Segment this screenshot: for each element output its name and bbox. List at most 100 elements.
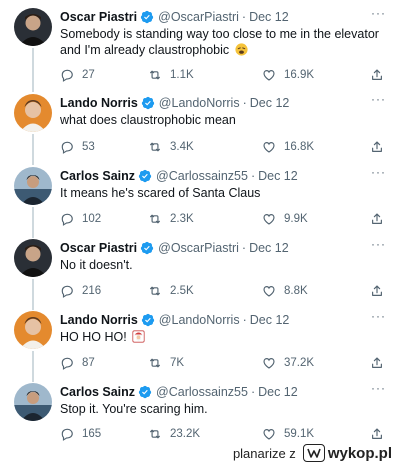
avatar[interactable] [14,8,52,46]
avatar[interactable] [14,167,52,205]
author-name[interactable]: Oscar Piastri [60,9,137,25]
heart-icon [263,286,275,297]
retweet-button[interactable]: 1.1K [148,67,194,83]
retweet-button[interactable]: 23.2K [148,426,200,442]
author-handle[interactable]: @Carlossainz55 [156,168,248,184]
tweet-text-body: It means he's scared of Santa Claus [60,186,261,200]
share-button[interactable] [370,139,384,155]
author-handle[interactable]: @OscarPiastri [158,9,239,25]
retweet-button[interactable]: 2.5K [148,283,194,299]
watermark-site: wykop.pl [327,444,392,462]
like-count: 9.9K [284,213,308,225]
retweet-button[interactable]: 7K [148,355,184,371]
like-button[interactable]: 8.8K [262,283,308,299]
author-name[interactable]: Lando Norris [60,95,138,111]
more-options-icon[interactable]: ··· [371,309,386,323]
reply-count: 216 [82,285,102,297]
tweet[interactable]: Carlos Sainz @Carlossainz55 · Dec 12 ···… [0,159,400,238]
more-options-icon[interactable]: ··· [371,6,386,20]
tweet[interactable]: Lando Norris @LandoNorris · Dec 12 ··· w… [0,86,400,165]
tweet-date[interactable]: Dec 12 [258,384,298,400]
like-button[interactable]: 37.2K [262,355,314,371]
more-options-icon[interactable]: ··· [371,92,386,106]
sainz-avatar-icon [14,167,52,205]
tweet-actions: 216 2.5K 8.8K [60,283,390,299]
retweet-icon [150,358,160,368]
author-name[interactable]: Carlos Sainz [60,384,135,400]
share-button[interactable] [370,67,384,83]
share-button[interactable] [370,426,384,442]
avatar[interactable] [14,239,52,277]
separator-dot: · [250,385,256,399]
like-button[interactable]: 16.8K [262,139,314,155]
reply-icon [61,213,73,226]
share-button[interactable] [370,211,384,227]
reply-button[interactable]: 53 [60,139,95,155]
tweet-date[interactable]: Dec 12 [250,95,290,111]
separator-dot: · [241,241,247,255]
share-icon [372,285,382,296]
reply-icon [61,69,73,82]
avatar[interactable] [14,383,52,421]
author-handle[interactable]: @LandoNorris [159,312,240,328]
separator-dot: · [242,313,247,327]
separator-dot: · [242,96,247,110]
heart-icon [263,429,275,440]
tweet-date[interactable]: Dec 12 [249,9,289,25]
author-name[interactable]: Oscar Piastri [60,240,137,256]
verified-badge-icon [138,385,152,399]
tweet[interactable]: Carlos Sainz @Carlossainz55 · Dec 12 ···… [0,375,400,445]
reply-button[interactable]: 87 [60,355,95,371]
reply-icon [61,285,73,298]
tweet-text-body: Somebody is standing way too close to me… [60,27,379,57]
more-options-icon[interactable]: ··· [371,165,386,179]
santa-emoji-icon [132,330,145,343]
heart-icon [263,214,275,225]
watermark: planarize z wykop.pl [233,444,392,462]
more-options-icon[interactable]: ··· [371,381,386,395]
reply-count: 87 [82,357,95,369]
avatar[interactable] [14,94,52,132]
heart-icon [263,142,275,153]
reply-button[interactable]: 102 [60,211,101,227]
tweet-date[interactable]: Dec 12 [250,312,290,328]
share-icon [372,141,382,152]
tweet-actions: 87 7K 37.2K [60,355,390,371]
like-button[interactable]: 9.9K [262,211,308,227]
tweet-actions: 165 23.2K 59.1K [60,426,390,442]
author-name[interactable]: Lando Norris [60,312,138,328]
retweet-icon [150,142,160,152]
tweet[interactable]: Oscar Piastri @OscarPiastri · Dec 12 ···… [0,231,400,310]
tweet-header: Lando Norris @LandoNorris · Dec 12 [60,312,289,328]
tweet[interactable]: Lando Norris @LandoNorris · Dec 12 ··· H… [0,303,400,382]
avatar[interactable] [14,311,52,349]
retweet-count: 3.4K [170,141,194,153]
retweet-button[interactable]: 3.4K [148,139,194,155]
tweet-date[interactable]: Dec 12 [258,168,298,184]
tweet-text-body: No it doesn't. [60,258,133,272]
author-handle[interactable]: @LandoNorris [159,95,240,111]
tweet-header: Carlos Sainz @Carlossainz55 · Dec 12 [60,168,298,184]
tweet-text: Somebody is standing way too close to me… [60,26,380,58]
reply-button[interactable]: 165 [60,426,101,442]
tweet[interactable]: Oscar Piastri @OscarPiastri · Dec 12 ···… [0,0,400,92]
tweet-date[interactable]: Dec 12 [249,240,289,256]
retweet-button[interactable]: 2.3K [148,211,194,227]
like-button[interactable]: 16.9K [262,67,314,83]
tweet-text-body: Stop it. You're scaring him. [60,402,208,416]
like-count: 16.8K [284,141,315,153]
wykop-logo-icon [302,444,325,462]
author-handle[interactable]: @Carlossainz55 [156,384,248,400]
reply-button[interactable]: 216 [60,283,101,299]
more-options-icon[interactable]: ··· [371,237,386,251]
tweet-text: what does claustrophobic mean [60,112,380,128]
author-handle[interactable]: @OscarPiastri [158,240,239,256]
tweet-text-body: HO HO HO! [60,330,127,344]
reply-button[interactable]: 27 [60,67,95,83]
author-name[interactable]: Carlos Sainz [60,168,135,184]
separator-dot: · [250,169,256,183]
share-button[interactable] [370,355,384,371]
retweet-count: 23.2K [170,428,201,440]
like-button[interactable]: 59.1K [262,426,314,442]
share-button[interactable] [370,283,384,299]
